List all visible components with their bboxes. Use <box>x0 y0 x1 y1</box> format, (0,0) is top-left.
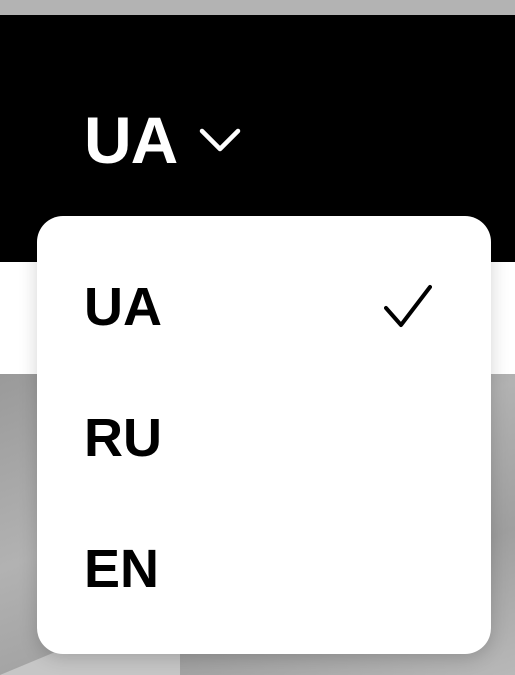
language-option-en[interactable]: EN <box>37 514 491 624</box>
language-toggle-label: UA <box>84 103 178 177</box>
language-dropdown-menu: UA RU EN <box>37 216 491 654</box>
top-strip <box>0 0 515 15</box>
checkmark-icon <box>384 285 432 327</box>
language-option-label: EN <box>84 539 160 599</box>
chevron-down-icon <box>200 128 241 152</box>
language-option-ru[interactable]: RU <box>37 383 491 493</box>
language-option-ua[interactable]: UA <box>37 252 491 362</box>
language-toggle-button[interactable]: UA <box>84 100 241 180</box>
language-option-label: RU <box>84 408 162 468</box>
language-option-label: UA <box>84 277 162 337</box>
